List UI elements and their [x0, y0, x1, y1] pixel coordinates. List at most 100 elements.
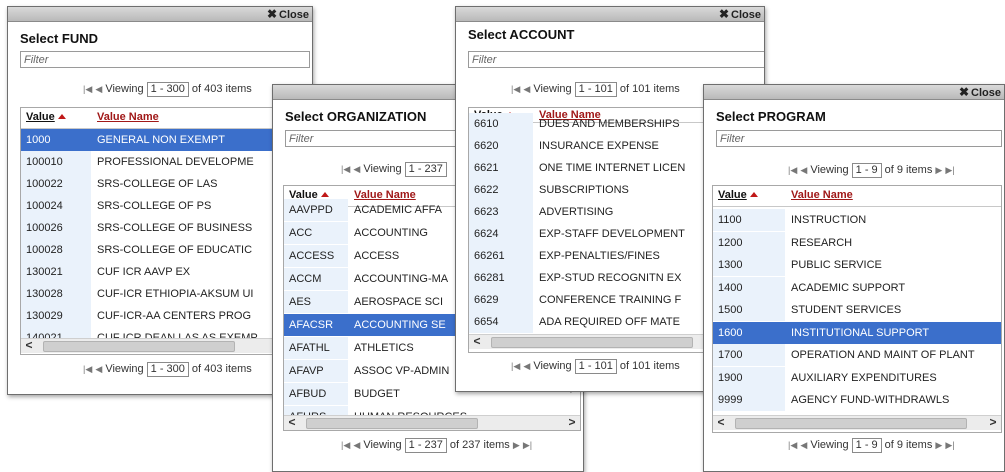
- fund-hscroll[interactable]: <: [21, 338, 312, 353]
- sort-asc-icon: [320, 192, 329, 197]
- first-page-icon[interactable]: |◀: [788, 440, 797, 450]
- account-range-input-bottom[interactable]: 1 - 101: [574, 359, 617, 374]
- organization-range-input-bottom[interactable]: 1 - 237: [404, 438, 447, 453]
- program-hscroll[interactable]: < >: [713, 415, 1001, 430]
- next-page-icon[interactable]: ▶: [935, 440, 942, 450]
- scroll-left-icon[interactable]: <: [713, 416, 729, 430]
- prev-page-icon[interactable]: ◀: [95, 364, 102, 374]
- fund-row[interactable]: 130029 CUF-ICR-AA CENTERS PROG: [21, 305, 312, 327]
- organization-hscroll[interactable]: < >: [284, 415, 580, 430]
- program-grid-header: Value Value Name: [713, 186, 1001, 207]
- fund-row[interactable]: 100028 SRS-COLLEGE OF EDUCATIC: [21, 239, 312, 261]
- prev-page-icon[interactable]: ◀: [800, 440, 807, 450]
- fund-close-button[interactable]: ✖ Close: [267, 7, 309, 21]
- next-page-icon[interactable]: ▶: [935, 165, 942, 175]
- prev-page-icon[interactable]: ◀: [95, 84, 102, 94]
- program-row[interactable]: 1900 AUXILIARY EXPENDITURES: [713, 366, 1001, 389]
- account-close-button[interactable]: ✖ Close: [719, 7, 761, 21]
- scroll-left-icon[interactable]: <: [284, 416, 300, 430]
- organization-row-value: ACC: [284, 222, 348, 244]
- program-row-value: 9999: [713, 389, 785, 411]
- prev-page-icon[interactable]: ◀: [353, 164, 360, 174]
- scroll-right-icon[interactable]: >: [985, 416, 1001, 430]
- fund-filter-input[interactable]: [20, 51, 310, 68]
- fund-row[interactable]: 100010 PROFESSIONAL DEVELOPME: [21, 151, 312, 173]
- fund-titlebar: ✖ Close: [8, 7, 312, 22]
- prev-page-icon[interactable]: ◀: [800, 165, 807, 175]
- account-hscroll-thumb[interactable]: [491, 337, 693, 348]
- prev-page-icon[interactable]: ◀: [523, 84, 530, 94]
- scroll-left-icon[interactable]: <: [21, 339, 37, 353]
- fund-range-input-bottom[interactable]: 1 - 300: [146, 362, 189, 377]
- prev-page-icon[interactable]: ◀: [353, 440, 360, 450]
- fund-row-value: 1000: [21, 129, 91, 151]
- program-row[interactable]: 1100 INSTRUCTION: [713, 209, 1001, 231]
- fund-row-value: 130021: [21, 261, 91, 283]
- organization-hscroll-thumb[interactable]: [306, 418, 478, 429]
- organization-range-input[interactable]: 1 - 237: [404, 162, 447, 177]
- last-page-icon[interactable]: ▶|: [945, 165, 954, 175]
- fund-row[interactable]: 100022 SRS-COLLEGE OF LAS: [21, 173, 312, 195]
- fund-row-value: 130028: [21, 283, 91, 305]
- fund-row[interactable]: 130021 CUF ICR AAVP EX: [21, 261, 312, 283]
- fund-pager-top: |◀ ◀ Viewing 1 - 300 of 403 items: [83, 82, 252, 97]
- program-range-input-bottom[interactable]: 1 - 9: [851, 438, 882, 453]
- first-page-icon[interactable]: |◀: [341, 164, 350, 174]
- program-row[interactable]: 1700 OPERATION AND MAINT OF PLANT: [713, 344, 1001, 366]
- fund-pager-bottom: |◀ ◀ Viewing 1 - 300 of 403 items: [83, 362, 252, 377]
- first-page-icon[interactable]: |◀: [341, 440, 350, 450]
- program-row-value: 1300: [713, 254, 785, 276]
- program-hscroll-thumb[interactable]: [735, 418, 967, 429]
- first-page-icon[interactable]: |◀: [511, 84, 520, 94]
- program-row[interactable]: 1600 INSTITUTIONAL SUPPORT: [713, 321, 1001, 344]
- last-page-icon[interactable]: ▶|: [523, 440, 532, 450]
- account-row-value: 6610: [469, 113, 533, 135]
- fund-grid: Value Value Name 1000 GENERAL NON EXEMPT 1…: [20, 107, 312, 355]
- first-page-icon[interactable]: |◀: [83, 364, 92, 374]
- fund-grid-body: 1000 GENERAL NON EXEMPT 100010 PROFESSIONAL…: [21, 129, 312, 349]
- program-row-value: 1100: [713, 209, 785, 231]
- program-row[interactable]: 1400 ACADEMIC SUPPORT: [713, 276, 1001, 299]
- sort-asc-icon: [749, 192, 758, 197]
- organization-row-value: AAVPPD: [284, 199, 348, 221]
- program-row[interactable]: 1200 RESEARCH: [713, 231, 1001, 254]
- first-page-icon[interactable]: |◀: [83, 84, 92, 94]
- program-row[interactable]: 1300 PUBLIC SERVICE: [713, 254, 1001, 276]
- first-page-icon[interactable]: |◀: [511, 361, 520, 371]
- fund-row[interactable]: 130028 CUF-ICR ETHIOPIA-AKSUM UI: [21, 283, 312, 305]
- account-pager-top: |◀ ◀ Viewing 1 - 101 of 101 items: [511, 82, 680, 97]
- scroll-left-icon[interactable]: <: [469, 335, 485, 349]
- first-page-icon[interactable]: |◀: [788, 165, 797, 175]
- fund-row[interactable]: 1000 GENERAL NON EXEMPT: [21, 129, 312, 151]
- fund-row[interactable]: 100026 SRS-COLLEGE OF BUSINESS: [21, 217, 312, 239]
- fund-col-value[interactable]: Value: [26, 111, 66, 123]
- fund-row-value: 100028: [21, 239, 91, 261]
- fund-col-value-name[interactable]: Value Name: [97, 111, 159, 123]
- fund-row[interactable]: 100024 SRS-COLLEGE OF PS: [21, 195, 312, 217]
- organization-pager-top: |◀ ◀ Viewing 1 - 237: [341, 161, 450, 177]
- program-row-value: 1600: [713, 321, 785, 344]
- account-range-input[interactable]: 1 - 101: [574, 82, 617, 97]
- next-page-icon[interactable]: ▶: [513, 440, 520, 450]
- prev-page-icon[interactable]: ◀: [523, 361, 530, 371]
- program-row-name: STUDENT SERVICES: [791, 304, 902, 316]
- organization-row-value: AFATHL: [284, 337, 348, 359]
- program-row[interactable]: 9999 AGENCY FUND-WITHDRAWLS: [713, 389, 1001, 411]
- account-row-value: 6654: [469, 311, 533, 333]
- program-close-button[interactable]: ✖ Close: [959, 85, 1001, 99]
- program-row-name: ACADEMIC SUPPORT: [791, 281, 906, 294]
- fund-range-input[interactable]: 1 - 300: [146, 82, 189, 97]
- program-filter-input[interactable]: [716, 130, 1002, 147]
- fund-hscroll-thumb[interactable]: [43, 341, 235, 352]
- account-pager-bottom: |◀ ◀ Viewing 1 - 101 of 101 items: [511, 359, 680, 374]
- last-page-icon[interactable]: ▶|: [945, 440, 954, 450]
- program-col-value-name[interactable]: Value Name: [791, 189, 853, 201]
- program-row[interactable]: 1500 STUDENT SERVICES: [713, 299, 1001, 321]
- program-col-value[interactable]: Value: [718, 189, 758, 201]
- scroll-right-icon[interactable]: >: [564, 416, 580, 430]
- program-range-input[interactable]: 1 - 9: [851, 163, 882, 178]
- organization-row-value: AFACSR: [284, 314, 348, 336]
- close-icon: ✖: [718, 7, 730, 21]
- account-filter-input[interactable]: [468, 51, 764, 68]
- organization-pager-bottom: |◀ ◀ Viewing 1 - 237 of 237 items ▶ ▶|: [341, 438, 533, 453]
